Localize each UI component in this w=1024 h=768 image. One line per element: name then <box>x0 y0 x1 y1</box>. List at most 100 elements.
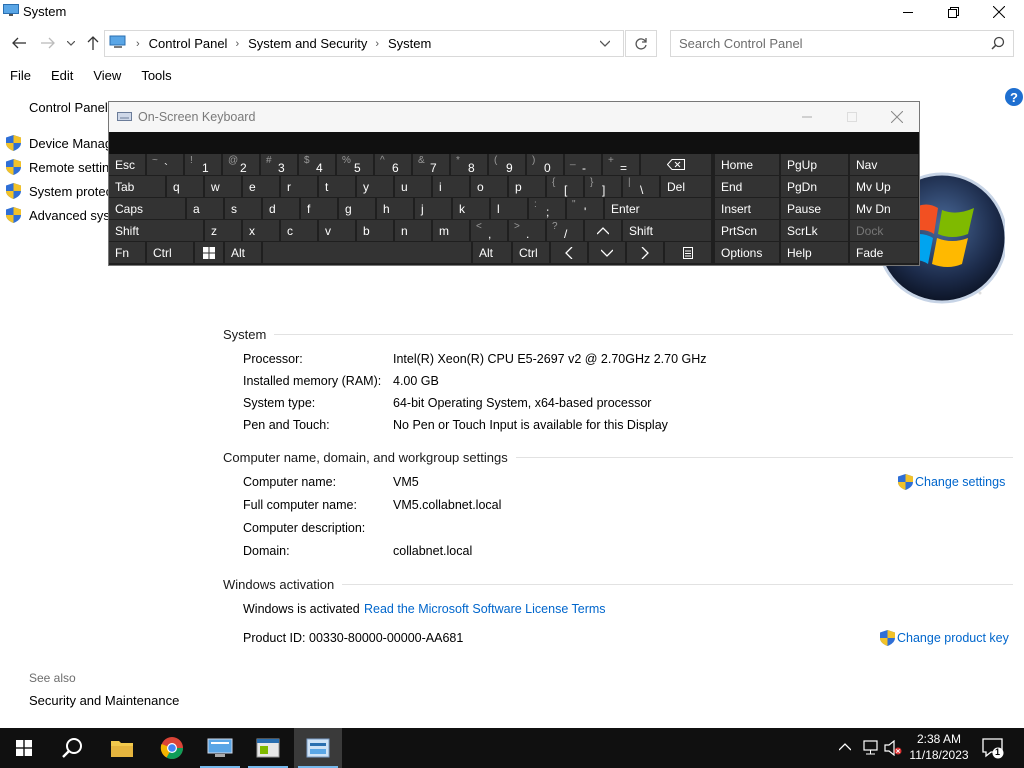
key-y[interactable]: y <box>357 176 393 197</box>
key-dock[interactable]: Dock <box>850 220 918 241</box>
key-arrow-down[interactable] <box>589 242 625 263</box>
key-row2-extra-1[interactable]: }] <box>585 176 621 197</box>
key-row1-7[interactable]: & 7 <box>413 154 449 175</box>
key-m[interactable]: m <box>433 220 469 241</box>
back-button[interactable] <box>8 32 30 54</box>
key-a[interactable]: a <box>187 198 223 219</box>
key-space[interactable] <box>263 242 471 263</box>
clock[interactable]: 2:38 AM 11/18/2023 <box>906 731 972 763</box>
key-shift-right[interactable]: Shift <box>623 220 711 241</box>
key-z[interactable]: z <box>205 220 241 241</box>
search-input[interactable] <box>671 31 981 56</box>
license-terms-link[interactable]: Read the Microsoft Software License Term… <box>364 602 606 616</box>
key-home[interactable]: Home <box>715 154 779 175</box>
chevron-up-icon[interactable] <box>839 743 851 751</box>
key-backspace[interactable] <box>641 154 711 175</box>
search-box[interactable] <box>670 30 1014 57</box>
breadcrumb-system-security[interactable]: System and Security <box>242 36 372 51</box>
key-row4-extra-0[interactable]: <, <box>471 220 507 241</box>
key-o[interactable]: o <box>471 176 507 197</box>
system-protection-link[interactable]: System protect <box>6 183 116 199</box>
system-app-button[interactable] <box>196 728 244 768</box>
key-row3-extra-0[interactable]: :; <box>529 198 565 219</box>
key-x[interactable]: x <box>243 220 279 241</box>
key-mvdn[interactable]: Mv Dn <box>850 198 918 219</box>
key-fn[interactable]: Fn <box>109 242 145 263</box>
key-j[interactable]: j <box>415 198 451 219</box>
key-g[interactable]: g <box>339 198 375 219</box>
key-row4-extra-2[interactable]: ? / <box>547 220 583 241</box>
remote-settings-link[interactable]: Remote setting <box>6 159 116 175</box>
key-row1-9[interactable]: (9 <box>489 154 525 175</box>
key-row1-2[interactable]: @2 <box>223 154 259 175</box>
key-row1-4[interactable]: $4 <box>299 154 335 175</box>
key-scrlk[interactable]: ScrLk <box>781 220 848 241</box>
key-s[interactable]: s <box>225 198 261 219</box>
key-f[interactable]: f <box>301 198 337 219</box>
start-button[interactable] <box>0 728 48 768</box>
security-maintenance-link[interactable]: Security and Maintenance <box>29 693 179 708</box>
key-b[interactable]: b <box>357 220 393 241</box>
taskbar-search-button[interactable] <box>48 728 96 768</box>
key-mvup[interactable]: Mv Up <box>850 176 918 197</box>
key-row1-6[interactable]: ^ 6 <box>375 154 411 175</box>
help-icon[interactable]: ? <box>1005 88 1023 106</box>
breadcrumb-separator-icon[interactable]: › <box>372 38 382 50</box>
menu-file[interactable]: File <box>0 64 41 86</box>
search-icon[interactable] <box>991 36 1005 50</box>
key-del[interactable]: Del <box>661 176 711 197</box>
key-i[interactable]: i <box>433 176 469 197</box>
change-settings-link[interactable]: Change settings <box>898 474 1005 490</box>
key-options[interactable]: Options <box>715 242 779 263</box>
key-row1-8[interactable]: * 8 <box>451 154 487 175</box>
action-center-button[interactable]: 1 <box>982 737 1004 762</box>
key-help[interactable]: Help <box>781 242 848 263</box>
key-v[interactable]: v <box>319 220 355 241</box>
speaker-muted-icon[interactable] <box>884 740 902 756</box>
key-prtscn[interactable]: PrtScn <box>715 220 779 241</box>
key-esc[interactable]: Esc <box>109 154 145 175</box>
breadcrumb-separator-icon[interactable]: › <box>232 38 242 50</box>
key-u[interactable]: u <box>395 176 431 197</box>
key-row4-extra-1[interactable]: >. <box>509 220 545 241</box>
restore-button[interactable] <box>930 0 976 24</box>
key-insert[interactable]: Insert <box>715 198 779 219</box>
key-pgup[interactable]: PgUp <box>781 154 848 175</box>
key-arrow-left[interactable] <box>551 242 587 263</box>
key-enter[interactable]: Enter <box>605 198 711 219</box>
key-alt-right[interactable]: Alt <box>473 242 511 263</box>
key-r[interactable]: r <box>281 176 317 197</box>
key-c[interactable]: c <box>281 220 317 241</box>
breadcrumb-control-panel[interactable]: Control Panel <box>143 36 233 51</box>
osk-close-button[interactable] <box>875 102 919 132</box>
key-n[interactable]: n <box>395 220 431 241</box>
key-l[interactable]: l <box>491 198 527 219</box>
key-end[interactable]: End <box>715 176 779 197</box>
chrome-button[interactable] <box>148 728 196 768</box>
osk-maximize-button[interactable] <box>830 102 874 132</box>
key-row1-1[interactable]: ! 1 <box>185 154 221 175</box>
file-explorer-button[interactable] <box>98 728 146 768</box>
key-k[interactable]: k <box>453 198 489 219</box>
key-row1-12[interactable]: + = <box>603 154 639 175</box>
advanced-system-settings-link[interactable]: Advanced syste <box>6 207 121 223</box>
key-row1-5[interactable]: % 5 <box>337 154 373 175</box>
key-t[interactable]: t <box>319 176 355 197</box>
osk-minimize-button[interactable] <box>785 102 829 132</box>
window-app-button[interactable] <box>244 728 292 768</box>
key-e[interactable]: e <box>243 176 279 197</box>
minimize-button[interactable] <box>885 0 931 24</box>
key-fade[interactable]: Fade <box>850 242 918 263</box>
key-p[interactable]: p <box>509 176 545 197</box>
chevron-down-icon[interactable] <box>600 37 610 49</box>
key-h[interactable]: h <box>377 198 413 219</box>
key-pause[interactable]: Pause <box>781 198 848 219</box>
recent-locations-button[interactable] <box>62 32 80 54</box>
key-row2-extra-0[interactable]: {[ <box>547 176 583 197</box>
key-arrow-right[interactable] <box>627 242 663 263</box>
key-row1-3[interactable]: #3 <box>261 154 297 175</box>
key-nav[interactable]: Nav <box>850 154 918 175</box>
device-manager-link[interactable]: Device Manage <box>6 135 119 151</box>
key-d[interactable]: d <box>263 198 299 219</box>
close-button[interactable] <box>976 0 1022 24</box>
